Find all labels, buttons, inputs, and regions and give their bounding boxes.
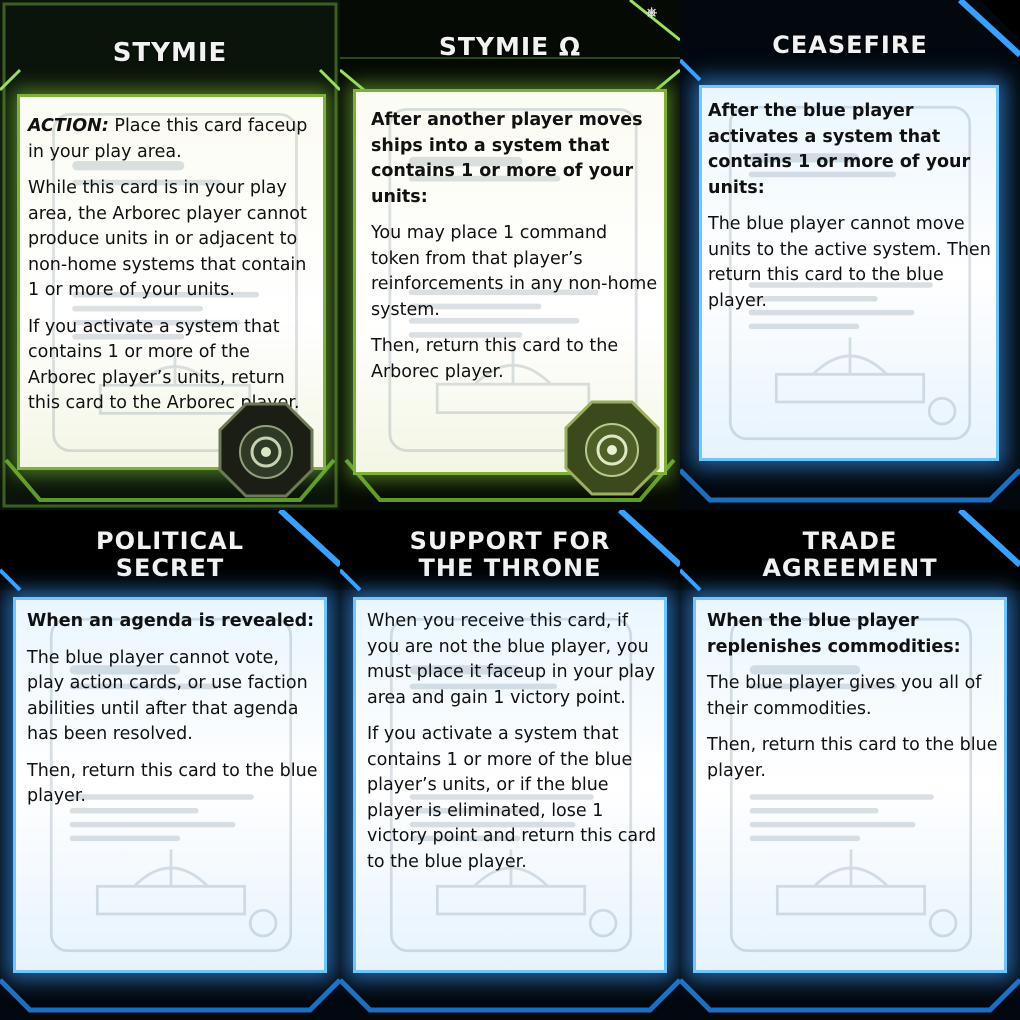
card-title: SUPPORT FOR THE THRONE bbox=[340, 528, 680, 582]
card-title-line: THE THRONE bbox=[418, 554, 602, 582]
card-heading: After another player moves ships into a … bbox=[371, 110, 643, 207]
action-label: ACTION: bbox=[28, 116, 109, 136]
card-heading: When an agenda is revealed: bbox=[27, 611, 315, 631]
card-title: STYMIE bbox=[112, 38, 228, 68]
card-title-line: SUPPORT FOR bbox=[409, 527, 611, 555]
card-title-line: POLITICAL bbox=[96, 527, 244, 555]
card-political-secret[interactable]: POLITICAL SECRET When an agenda is revea… bbox=[0, 510, 340, 1020]
card-title: POLITICAL SECRET bbox=[0, 528, 340, 582]
card-title: STYMIE Ω bbox=[438, 32, 582, 61]
card-paragraph: Then, return this card to the blue playe… bbox=[707, 735, 998, 781]
card-paragraph: You may place 1 command token from that … bbox=[371, 223, 658, 320]
card-paragraph: The blue player cannot move units to the… bbox=[708, 214, 991, 311]
card-text: When an agenda is revealed: The blue pla… bbox=[27, 609, 319, 821]
card-paragraph: Then, return this card to the Arborec pl… bbox=[371, 336, 619, 382]
card-text: After the blue player activates a system… bbox=[708, 99, 998, 325]
card-paragraph: Then, return this card to the blue playe… bbox=[27, 760, 318, 807]
card-paragraph: While this card is in your play area, th… bbox=[28, 178, 307, 300]
card-title-line: SECRET bbox=[115, 554, 225, 582]
card-heading: After the blue player activates a system… bbox=[708, 101, 971, 198]
card-text: When the blue player replenishes commodi… bbox=[707, 609, 999, 795]
card-heading: When the blue player replenishes commodi… bbox=[707, 611, 961, 657]
card-paragraph: The blue player gives you all of their c… bbox=[707, 673, 982, 719]
arborec-faction-icon bbox=[218, 402, 314, 498]
card-paragraph: If you activate a system that contains 1… bbox=[367, 724, 657, 872]
card-ceasefire[interactable]: CEASEFIRE After the blue player activate… bbox=[680, 0, 1020, 510]
card-text: When you receive this card, if you are n… bbox=[367, 609, 659, 886]
card-title-line: TRADE bbox=[802, 527, 898, 555]
card-stymie-omega[interactable]: STYMIE Ω ⎈ After another player moves sh… bbox=[340, 0, 680, 510]
card-trade-agreement[interactable]: TRADE AGREEMENT When the blue player rep… bbox=[680, 510, 1020, 1020]
omega-mark-icon: ⎈ bbox=[646, 4, 658, 20]
card-title: TRADE AGREEMENT bbox=[680, 528, 1020, 582]
card-text: After another player moves ships into a … bbox=[371, 108, 661, 396]
card-paragraph: The blue player cannot vote, play action… bbox=[27, 647, 308, 745]
card-stymie[interactable]: STYMIE ACTION: Place this card faceup in… bbox=[0, 0, 340, 510]
card-paragraph: When you receive this card, if you are n… bbox=[367, 611, 656, 708]
card-title-line: AGREEMENT bbox=[762, 554, 938, 582]
card-title: CEASEFIRE bbox=[772, 31, 928, 59]
card-support-for-the-throne[interactable]: SUPPORT FOR THE THRONE When you receive … bbox=[340, 510, 680, 1020]
arborec-faction-icon bbox=[564, 400, 660, 496]
card-text: ACTION: Place this card faceup in your p… bbox=[28, 114, 318, 428]
